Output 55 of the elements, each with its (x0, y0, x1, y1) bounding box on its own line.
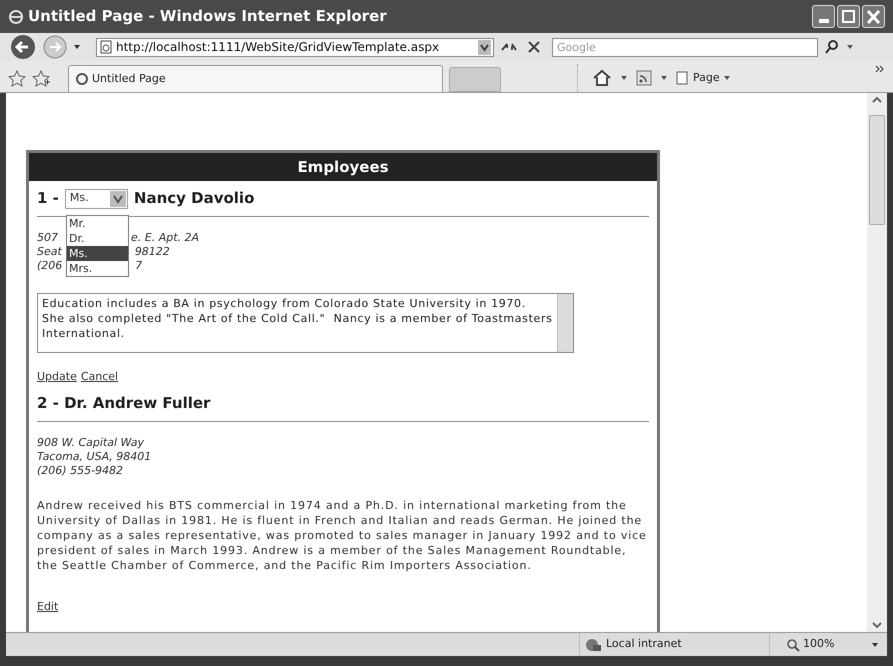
employee-name: Nancy Davolio (134, 188, 254, 210)
chevron-icon[interactable] (875, 64, 885, 74)
security-zone-text: Local intranet (606, 636, 682, 652)
url-text: http://localhost:1111/WebSite/GridViewTemplate.aspx (116, 39, 440, 56)
minimize-icon (818, 19, 828, 23)
address-text: (206 (37, 259, 62, 273)
title-option[interactable]: Mrs. (67, 261, 128, 276)
page-menu-button[interactable]: Page (676, 70, 731, 86)
title-option[interactable]: Dr. (67, 231, 128, 246)
network-computer-icon (584, 636, 602, 652)
action-link[interactable]: Edit (37, 598, 58, 615)
window-title: Untitled Page - Windows Internet Explorer (28, 6, 387, 28)
dropdown-icon (871, 640, 879, 648)
notes-textarea[interactable]: Education includes a BA in psychology from Colorado State University in 1970. She also completed "The Art of the Cold Call." Nancy is a member of Toastmasters International. (37, 293, 574, 353)
home-icon[interactable] (592, 69, 612, 87)
title-dropdown[interactable]: Ms. (64, 188, 128, 208)
row-number: 1 - (37, 188, 59, 210)
employee-heading: 2 - Dr. Andrew Fuller (37, 392, 210, 414)
favorites-star-icon[interactable] (8, 70, 26, 88)
scrollbar (557, 294, 573, 352)
address-text: 98122 (134, 245, 170, 259)
close-icon (867, 10, 880, 24)
back-button[interactable] (8, 34, 38, 60)
address-text: e. E. Apt. 2A (131, 231, 200, 245)
title-option[interactable]: Mr. (67, 216, 128, 231)
address-text: 908 W. Capital Way (37, 436, 144, 450)
add-favorite-star-icon[interactable] (32, 70, 50, 88)
action-link[interactable]: Cancel (80, 369, 118, 386)
address-text: (206) 555-9482 (37, 464, 124, 478)
zoom-control[interactable]: 100% (769, 633, 879, 656)
feed-icon[interactable] (636, 70, 652, 86)
minimize-button[interactable] (812, 5, 835, 28)
address-text: Seat (37, 245, 62, 259)
dropdown-icon[interactable] (478, 40, 491, 54)
maximize-button[interactable] (837, 5, 860, 28)
search-field[interactable]: Google (552, 38, 818, 56)
grid-header: Employees (29, 153, 657, 181)
address-text: 7 (135, 259, 142, 273)
dropdown-icon[interactable] (846, 43, 854, 51)
zoom-icon (786, 638, 800, 652)
address-field[interactable]: http://localhost:1111/WebSite/GridViewTemplate.aspx (96, 38, 494, 56)
title-option[interactable]: Ms. (67, 246, 128, 261)
maximize-icon (842, 10, 855, 23)
notes-text: Andrew received his BTS commercial in 1974 and a Ph.D. in international marketing from the University of Dallas in 1981. He is fluent in French and Italian and reads German. He joined the company as a sales representative, was promoted to sales manager in January 1992 and to vice president of sales in March 1993. Andrew is a member of the Sales Management Roundtable, the Seattle Chamber of Commerce, and the Pacific Rim Importers Association. (37, 498, 648, 572)
scroll-thumb[interactable] (869, 115, 885, 225)
dropdown-icon[interactable] (620, 74, 628, 82)
close-button[interactable] (862, 5, 885, 28)
dropdown-icon[interactable] (660, 74, 668, 82)
action-link[interactable]: Update (37, 369, 77, 386)
browser-tab[interactable]: Untitled Page (68, 65, 443, 92)
address-text: Tacoma, USA, 98401 (37, 450, 152, 464)
vertical-scrollbar[interactable] (867, 93, 887, 632)
address-text: 507 (37, 231, 58, 245)
browser-logo-icon (8, 8, 24, 24)
dropdown-icon (722, 74, 731, 82)
